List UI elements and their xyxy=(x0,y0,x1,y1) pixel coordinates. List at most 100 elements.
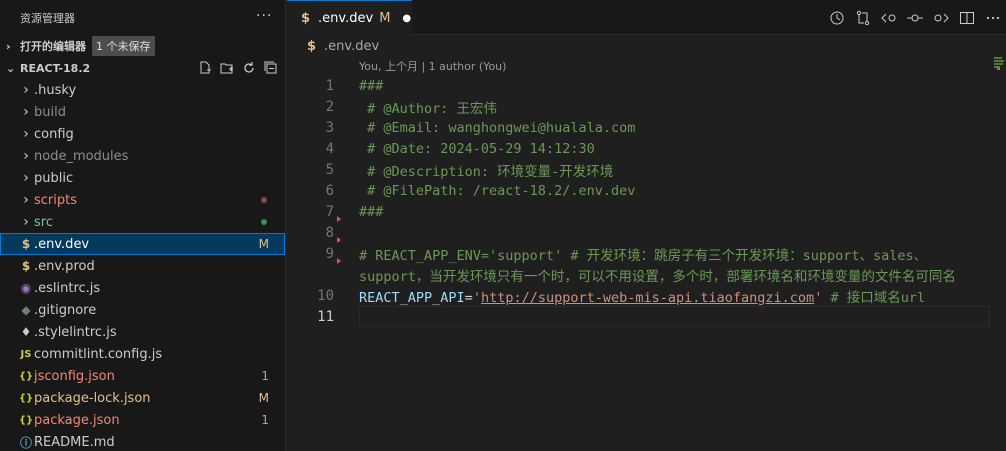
tree-item[interactable]: ♦ .stylelintrc.js xyxy=(0,321,285,343)
tree-item[interactable]: {} package.json 1 xyxy=(0,409,285,431)
code-line[interactable]: support，当开发环境只有一个时，可以不用设置，多个时，部署环境名和环境变量… xyxy=(287,264,1006,285)
open-editors-section[interactable]: › 打开的编辑器 1 个未保存 xyxy=(0,35,285,57)
code-line[interactable]: 5 # @Description: 环境变量-开发环境 xyxy=(287,159,1006,180)
split-editor-icon[interactable] xyxy=(958,9,976,27)
file-type-icon: ♦ xyxy=(20,325,32,339)
tree-item[interactable]: › public xyxy=(0,167,285,189)
tree-item[interactable]: › config xyxy=(0,123,285,145)
tree-item-label: .stylelintrc.js xyxy=(34,324,117,340)
more-actions-icon[interactable]: ··· xyxy=(256,8,272,24)
tree-item-label: .env.dev xyxy=(34,236,90,252)
tree-item-label: config xyxy=(34,126,74,142)
chevron-right-icon: › xyxy=(23,126,29,142)
more-editor-actions-icon[interactable] xyxy=(984,9,1002,27)
tab-env-dev[interactable]: $ .env.dev M ● xyxy=(287,0,412,35)
tree-item[interactable]: $ .env.dev M xyxy=(0,233,285,255)
line-number: 10 xyxy=(317,287,334,304)
code-text: ### xyxy=(359,77,384,94)
new-folder-icon[interactable] xyxy=(219,60,235,76)
tree-item[interactable]: {} package-lock.json M xyxy=(0,387,285,409)
tab-bar: $ .env.dev M ● xyxy=(287,0,1006,35)
breadcrumb[interactable]: $ .env.dev xyxy=(287,35,1006,57)
tree-item[interactable]: › scripts xyxy=(0,189,285,211)
code-line[interactable]: 3 # @Email: wanghongwei@hualala.com xyxy=(287,117,1006,138)
current-line-highlight xyxy=(359,306,990,327)
file-type-icon: ⓘ xyxy=(19,435,32,450)
code-line[interactable]: 11 xyxy=(287,306,1006,327)
tree-item-label: package.json xyxy=(34,412,120,428)
deleted-line-marker-icon[interactable] xyxy=(337,215,341,222)
next-change-icon[interactable] xyxy=(932,9,950,27)
line-number: 5 xyxy=(325,161,334,178)
tree-item[interactable]: JS commitlint.config.js xyxy=(0,343,285,365)
code-text: ### xyxy=(359,203,384,220)
tree-item-label: scripts xyxy=(34,192,77,208)
tree-item[interactable]: ◆ .gitignore xyxy=(0,299,285,321)
line-number: 6 xyxy=(325,182,334,199)
code-line[interactable]: 7 ### xyxy=(287,201,1006,222)
unsaved-dot-icon[interactable]: ● xyxy=(402,13,411,24)
git-commit-icon[interactable] xyxy=(906,9,924,27)
tree-item[interactable]: › node_modules xyxy=(0,145,285,167)
chevron-right-icon: › xyxy=(6,39,11,53)
inline-comment: # 接口域名url xyxy=(822,289,926,306)
tree-item[interactable]: › build xyxy=(0,101,285,123)
compare-changes-icon[interactable] xyxy=(854,9,872,27)
tree-item-label: .env.prod xyxy=(34,258,95,274)
new-file-icon[interactable] xyxy=(197,60,213,76)
tree-item-label: jsconfig.json xyxy=(34,368,115,384)
breadcrumb-file[interactable]: .env.dev xyxy=(324,39,379,54)
line-number: 11 xyxy=(317,308,334,325)
code-line[interactable]: 9 # REACT_APP_ENV='support' # 开发环境：跳房子有三个… xyxy=(287,243,1006,264)
file-type-icon: $ xyxy=(21,237,31,251)
explorer-sidebar: 资源管理器 ··· › 打开的编辑器 1 个未保存 ⌄ REACT-18.2 ›… xyxy=(0,0,286,451)
code-text: # @Description: 环境变量-开发环境 xyxy=(359,163,614,180)
tree-item-label: src xyxy=(34,214,53,230)
code-line[interactable]: 2 # @Author: 王宏伟 xyxy=(287,96,1006,117)
line-number: 1 xyxy=(325,77,334,94)
code-line[interactable]: 1 ### xyxy=(287,75,1006,96)
tree-item-label: README.md xyxy=(34,434,115,450)
tree-item[interactable]: › src xyxy=(0,211,285,233)
tree-item-label: public xyxy=(34,170,74,186)
collapse-all-icon[interactable] xyxy=(263,60,279,76)
git-status-badge: 1 xyxy=(261,369,269,383)
project-section[interactable]: ⌄ REACT-18.2 xyxy=(0,57,285,79)
unsaved-badge: 1 个未保存 xyxy=(92,36,155,56)
tree-item[interactable]: › .husky xyxy=(0,79,285,101)
line-number: 4 xyxy=(325,140,334,157)
file-type-icon: $ xyxy=(21,259,31,273)
previous-change-icon[interactable] xyxy=(880,9,898,27)
code-line[interactable]: 6 # @FilePath: /react-18.2/.env.dev xyxy=(287,180,1006,201)
code-editor[interactable]: 1 ### 2 # @Author: 王宏伟 3 # @Email: wanghong… xyxy=(287,75,1006,327)
tree-item[interactable]: ⓘ README.md xyxy=(0,431,285,451)
editor-actions xyxy=(828,9,1002,27)
blame-codelens[interactable]: You, 上个月 | 1 author (You) xyxy=(287,57,1006,75)
scrollbar-change-marker xyxy=(997,67,1000,70)
line-number: 3 xyxy=(325,119,334,136)
chevron-right-icon: › xyxy=(23,82,29,98)
tree-item[interactable]: ◉ .eslintrc.js xyxy=(0,277,285,299)
project-actions xyxy=(197,60,279,76)
deleted-line-marker-icon[interactable] xyxy=(337,236,341,243)
git-status-badge: M xyxy=(258,237,269,251)
tree-item-label: .gitignore xyxy=(34,302,97,318)
file-type-icon: ◉ xyxy=(20,281,32,295)
file-type-icon: ◆ xyxy=(21,303,31,317)
line-number: 2 xyxy=(325,98,334,115)
tree-item[interactable]: $ .env.prod xyxy=(0,255,285,277)
code-line[interactable]: 10 REACT_APP_API='http://support-web-mis-… xyxy=(287,285,1006,306)
chevron-down-icon: ⌄ xyxy=(6,61,16,75)
code-text: REACT_APP_API='http://support-web-mis-ap… xyxy=(359,286,925,306)
tree-item[interactable]: {} jsconfig.json 1 xyxy=(0,365,285,387)
tree-item-label: commitlint.config.js xyxy=(34,346,163,362)
chevron-right-icon: › xyxy=(23,104,29,120)
code-line[interactable]: 8 xyxy=(287,222,1006,243)
timeline-icon[interactable] xyxy=(828,9,846,27)
file-type-icon: JS xyxy=(20,348,32,360)
code-line[interactable]: 4 # @Date: 2024-05-29 14:12:30 xyxy=(287,138,1006,159)
deleted-line-marker-icon[interactable] xyxy=(337,257,341,264)
tree-item-label: node_modules xyxy=(34,148,129,164)
refresh-icon[interactable] xyxy=(241,60,257,76)
editor-area: $ .env.dev M ● $ .env.dev You, 上个月 | 1 a… xyxy=(287,0,1006,451)
